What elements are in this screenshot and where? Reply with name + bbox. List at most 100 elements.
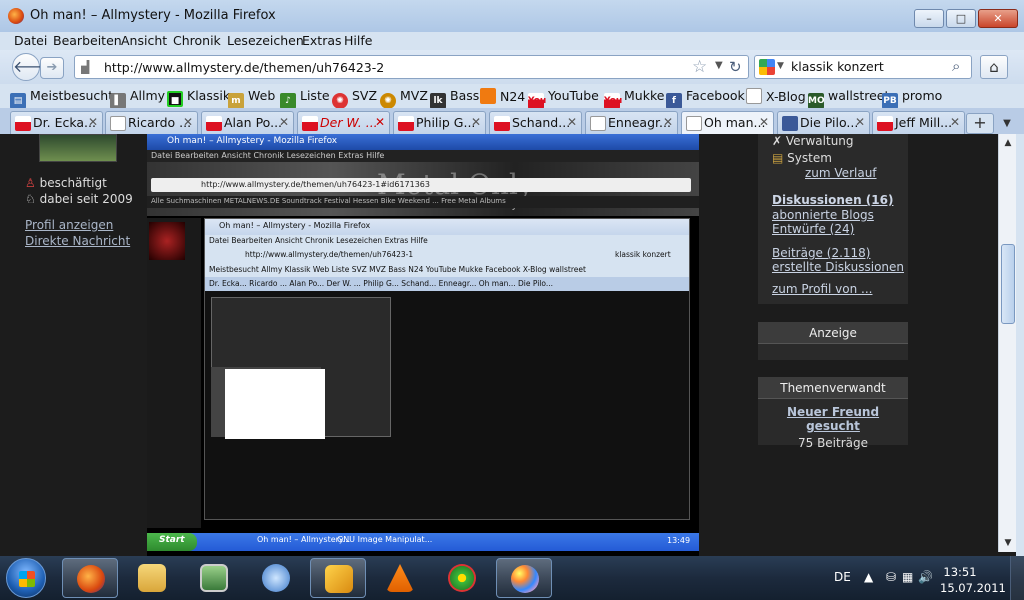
menu-ansicht[interactable]: Ansicht xyxy=(121,33,167,48)
menu-datei[interactable]: Datei xyxy=(14,33,47,48)
related-topic-link[interactable]: Neuer Freund gesucht xyxy=(758,405,908,433)
forward-button[interactable]: ➔ xyxy=(40,57,64,79)
embedded-screenshot[interactable]: Oh man! – Allmystery - Mozilla Firefox D… xyxy=(147,134,699,556)
bookmark-klassik[interactable]: ■ Klassik xyxy=(167,88,230,107)
screenshot-clock: 13:49 xyxy=(667,536,691,545)
back-button[interactable]: 🡐 xyxy=(12,53,56,81)
taskbar-network[interactable] xyxy=(186,558,242,598)
system-clock[interactable]: 13:51 15.07.2011 xyxy=(940,564,1006,596)
close-tab-icon[interactable]: ✕ xyxy=(279,115,289,129)
usb-device-icon[interactable]: ⛁ xyxy=(886,570,896,584)
bookmark-youtube[interactable]: You YouTube xyxy=(528,88,599,109)
language-indicator[interactable]: DE xyxy=(834,570,851,584)
taskbar-explorer[interactable] xyxy=(124,558,180,598)
discussions-link[interactable]: Diskussionen (16) xyxy=(772,193,893,207)
firefox-icon xyxy=(77,565,105,593)
bookmark-facebook[interactable]: f Facebook xyxy=(666,88,745,109)
bookmark-star-icon[interactable]: ☆ xyxy=(692,57,707,77)
start-button[interactable] xyxy=(6,558,46,598)
direct-message-link[interactable]: Direkte Nachricht xyxy=(25,234,130,248)
avatar[interactable] xyxy=(39,134,117,162)
bookmark-bass[interactable]: lk Bass xyxy=(430,88,479,109)
profile-of-link[interactable]: zum Profil von ... xyxy=(772,282,872,296)
tab-alan-po[interactable]: Alan Po... ✕ xyxy=(201,111,294,134)
sidebar-item-system[interactable]: ▤ System xyxy=(772,151,832,165)
close-tab-icon[interactable]: ✕ xyxy=(567,115,577,129)
site-identity-icon[interactable] xyxy=(81,60,90,74)
bookmark-meistbesucht[interactable]: ▤ Meistbesucht xyxy=(10,88,113,109)
menu-lesezeichen[interactable]: Lesezeichen xyxy=(227,33,304,48)
tab-der-w[interactable]: Der W. ... ✕ xyxy=(297,111,390,134)
menu-chronik[interactable]: Chronik xyxy=(173,33,221,48)
menu-bearbeiten[interactable]: Bearbeiten xyxy=(53,33,122,48)
search-bar[interactable]: ▼ ⌕ xyxy=(754,55,972,79)
bookmark-liste[interactable]: ♪ Liste xyxy=(280,88,330,109)
bookmark-allmy[interactable]: ▌ Allmy xyxy=(110,88,165,109)
close-tab-icon[interactable]: ✕ xyxy=(88,115,98,129)
home-button[interactable]: ⌂ xyxy=(980,55,1008,79)
close-button[interactable]: ✕ xyxy=(978,9,1018,28)
subscribed-blogs-link[interactable]: abonnierte Blogs xyxy=(772,208,874,222)
taskbar-icq[interactable] xyxy=(434,558,490,598)
menu-extras[interactable]: Extras xyxy=(302,33,342,48)
network-icon xyxy=(200,564,228,592)
posts-link[interactable]: Beiträge (2.118) xyxy=(772,246,870,260)
clock-date: 15.07.2011 xyxy=(940,581,1006,595)
profile-link[interactable]: Profil anzeigen xyxy=(25,218,113,232)
close-tab-icon[interactable]: ✕ xyxy=(855,115,865,129)
bookmark-n24[interactable]: N24 xyxy=(480,88,525,104)
taskbar-vlc[interactable] xyxy=(372,558,428,598)
sidebar-item-verwaltung[interactable]: ✗ Verwaltung xyxy=(772,134,854,148)
tab-die-pilo[interactable]: Die Pilo... ✕ xyxy=(777,111,870,134)
new-tab-button[interactable]: + xyxy=(966,113,994,134)
url-text[interactable]: http://www.allmystery.de/themen/uh76423-… xyxy=(104,60,384,75)
bookmark-wallstreet[interactable]: MO wallstreet xyxy=(808,88,889,109)
chevron-down-icon[interactable]: ▼ xyxy=(715,60,723,71)
taskbar-thunderbird[interactable] xyxy=(248,558,304,598)
close-tab-icon[interactable]: ✕ xyxy=(375,115,385,129)
taskbar-winamp[interactable] xyxy=(310,558,366,598)
tab-oh-man[interactable]: Oh man... ✕ xyxy=(681,111,774,134)
bookmark-web[interactable]: m Web xyxy=(228,88,275,109)
bookmark-mukke[interactable]: You Mukke xyxy=(604,88,664,109)
scroll-up-arrow-icon[interactable]: ▲ xyxy=(1000,135,1016,151)
search-icon[interactable]: ⌕ xyxy=(952,57,960,75)
url-bar[interactable]: http://www.allmystery.de/themen/uh76423-… xyxy=(74,55,749,79)
menu-hilfe[interactable]: Hilfe xyxy=(344,33,372,48)
volume-icon[interactable]: 🔊 xyxy=(918,570,933,584)
reload-icon[interactable]: ↻ xyxy=(729,58,742,76)
scroll-down-arrow-icon[interactable]: ▼ xyxy=(1000,535,1016,551)
screenshot-task-gimp: GNU Image Manipulat... xyxy=(337,535,433,544)
bookmark-svz[interactable]: ✺ SVZ xyxy=(332,88,377,109)
scrollbar-thumb[interactable] xyxy=(1001,244,1015,324)
close-tab-icon[interactable]: ✕ xyxy=(183,115,193,129)
taskbar-gimp[interactable] xyxy=(496,558,552,598)
tab-philip-g[interactable]: Philip G... ✕ xyxy=(393,111,486,134)
tab-schand[interactable]: Schand... ✕ xyxy=(489,111,582,134)
search-engine-dropdown-icon[interactable]: ▼ xyxy=(777,61,784,71)
bookmark-x-blog[interactable]: X-Blog xyxy=(746,88,806,104)
tab-dr-eckart[interactable]: Dr. Ecka... ✕ xyxy=(10,111,103,134)
created-discussions-link[interactable]: erstellte Diskussionen xyxy=(772,260,904,274)
vertical-scrollbar[interactable]: ▲ ▼ xyxy=(998,134,1016,552)
tray-arrow-icon[interactable]: ▲ xyxy=(864,570,873,584)
tab-jeff-mill[interactable]: Jeff Mill... ✕ xyxy=(872,111,965,134)
show-desktop-button[interactable] xyxy=(1010,556,1024,600)
minimize-button[interactable]: – xyxy=(914,9,944,28)
maximize-button[interactable]: □ xyxy=(946,9,976,28)
list-all-tabs-button[interactable]: ▼ xyxy=(996,113,1018,134)
tab-enneagr[interactable]: Enneagr... ✕ xyxy=(585,111,678,134)
close-tab-icon[interactable]: ✕ xyxy=(471,115,481,129)
search-input[interactable] xyxy=(791,59,941,74)
bookmark-mvz[interactable]: ✺ MVZ xyxy=(380,88,428,109)
bookmark-promo[interactable]: PB promo xyxy=(882,88,942,109)
close-tab-icon[interactable]: ✕ xyxy=(663,115,673,129)
network-tray-icon[interactable]: ▦ xyxy=(902,570,913,584)
close-tab-icon[interactable]: ✕ xyxy=(759,115,769,129)
google-icon[interactable] xyxy=(759,59,775,75)
close-tab-icon[interactable]: ✕ xyxy=(950,115,960,129)
history-link[interactable]: zum Verlauf xyxy=(805,166,877,180)
taskbar-firefox[interactable] xyxy=(62,558,118,598)
drafts-link[interactable]: Entwürfe (24) xyxy=(772,222,854,236)
tab-ricardo[interactable]: Ricardo ... ✕ xyxy=(105,111,198,134)
